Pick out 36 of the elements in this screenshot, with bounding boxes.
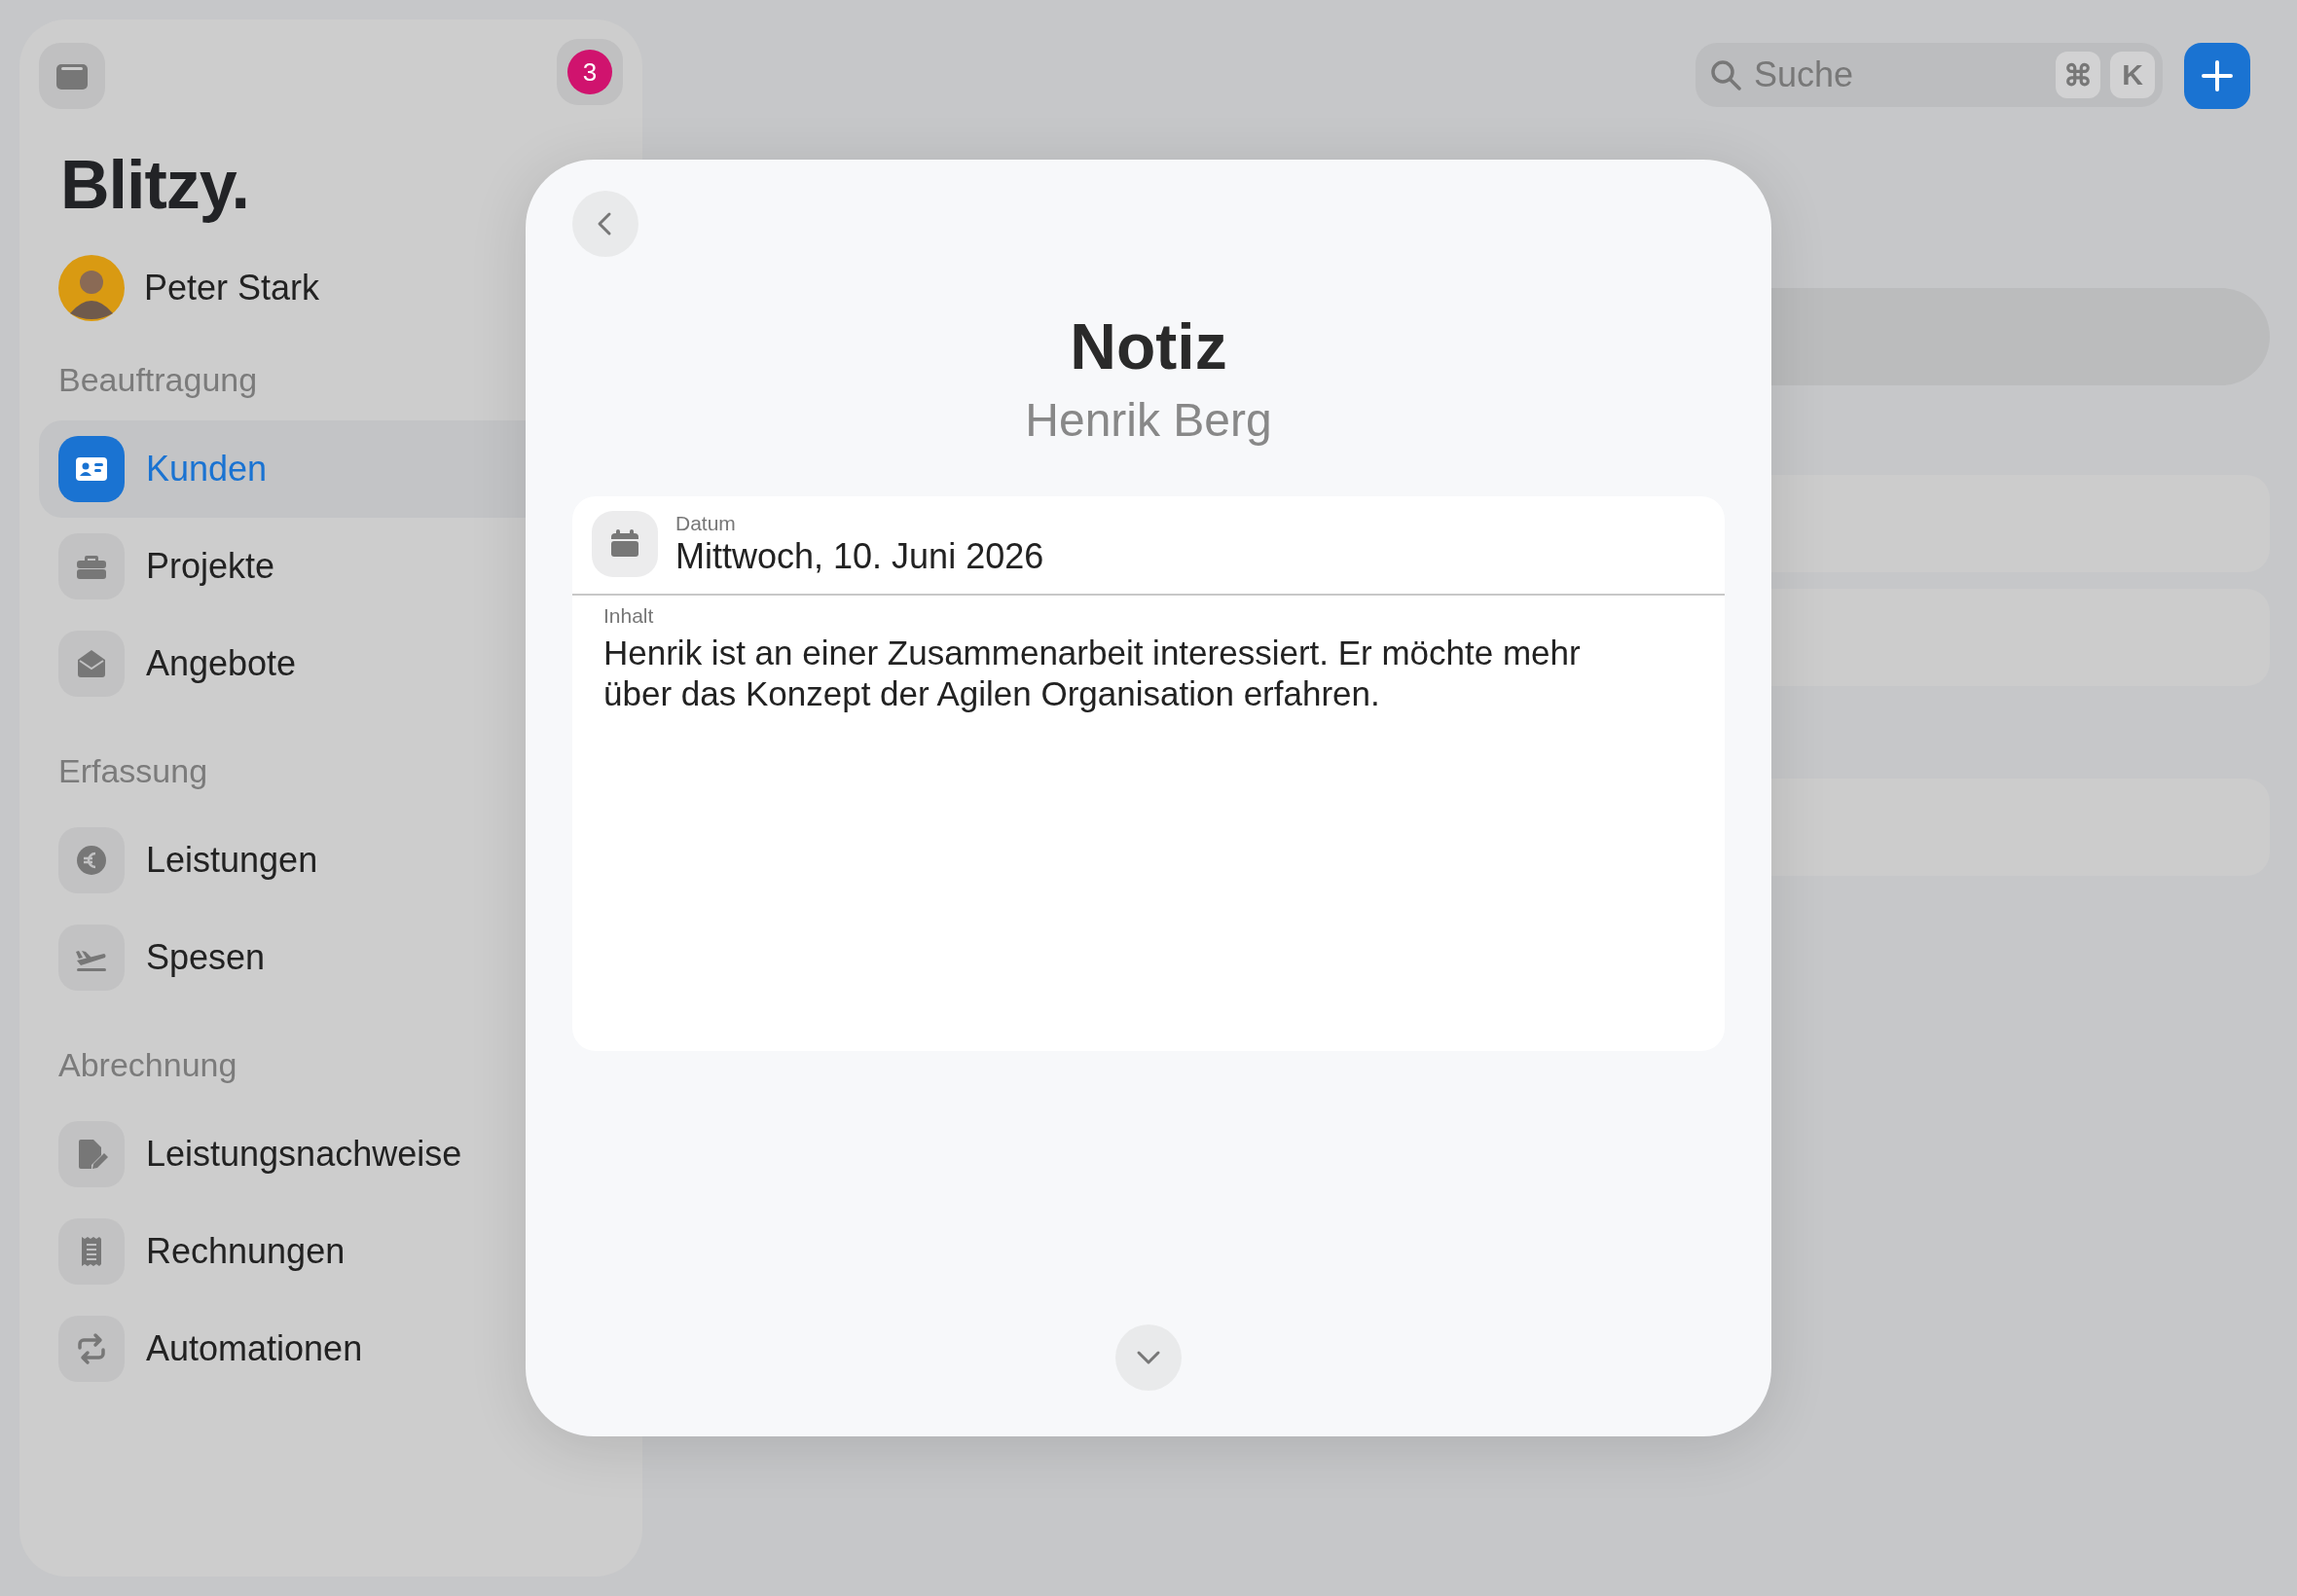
plus-icon — [2201, 59, 2234, 92]
nav-item[interactable]: Automationen — [39, 1300, 623, 1397]
envelope-icon — [58, 631, 125, 697]
nav-item[interactable]: Leistungsnachweise — [39, 1106, 623, 1203]
dialog-subtitle: Henrik Berg — [1025, 393, 1272, 448]
app-logo: Blitzy. — [60, 146, 250, 224]
field-label: Inhalt — [603, 603, 654, 629]
user-name: Peter Stark — [144, 268, 320, 308]
document-pen-icon — [58, 1121, 125, 1187]
euro-coin-icon — [58, 827, 125, 893]
date-field[interactable]: Mittwoch, 10. Juni 2026 — [675, 536, 1044, 577]
receipt-icon — [58, 1218, 125, 1285]
sidebar-icon — [55, 61, 89, 91]
briefcase-icon — [58, 533, 125, 599]
note-text-field[interactable]: Henrik ist an einer Zusammenarbeit interessiert. Er möchte mehr über das Konzept der Agilen Organisation erfahren. — [603, 633, 1637, 714]
search-icon — [1709, 58, 1742, 91]
contact-card-icon — [58, 436, 125, 502]
avatar — [58, 255, 125, 321]
notifications-button[interactable]: 3 — [557, 39, 623, 105]
search-input[interactable]: Suche — [1752, 54, 2046, 96]
add-button[interactable] — [2184, 43, 2250, 109]
section-heading: Beauftragung — [58, 360, 259, 399]
sidebar-toggle-button[interactable] — [39, 43, 105, 109]
repeat-arrows-icon — [58, 1316, 125, 1382]
nav-item[interactable]: Rechnungen — [39, 1203, 623, 1300]
keyboard-key: K — [2110, 52, 2155, 98]
dialog-title: Notiz — [1070, 309, 1227, 384]
nav-item[interactable]: Leistungen — [39, 812, 623, 909]
section-heading: Erfassung — [58, 751, 209, 790]
field-label: Datum — [675, 511, 737, 536]
keyboard-key: ⌘ — [2056, 52, 2100, 98]
section-heading: Abrechnung — [58, 1045, 238, 1084]
notification-badge: 3 — [567, 50, 612, 94]
airplane-icon — [58, 925, 125, 991]
calendar-icon — [592, 511, 658, 577]
nav-item[interactable]: Spesen — [39, 909, 623, 1006]
